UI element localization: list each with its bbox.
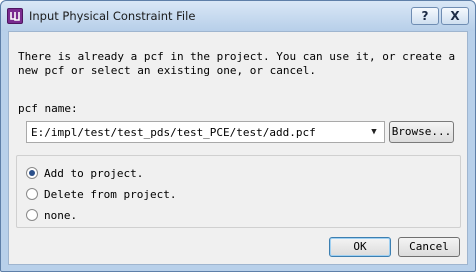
radio-none[interactable]: [26, 209, 38, 221]
browse-button[interactable]: Browse...: [389, 121, 454, 143]
pcf-path-value: E:/impl/test/test_pds/test_PCE/test/add.…: [31, 126, 316, 139]
ok-button[interactable]: OK: [329, 237, 391, 257]
radio-add-to-project[interactable]: [26, 167, 38, 179]
close-button[interactable]: X: [441, 7, 469, 25]
radio-delete-from-project[interactable]: [26, 188, 38, 200]
option-label: none.: [44, 209, 78, 222]
pcf-name-label: pcf name:: [18, 102, 78, 115]
app-logo-icon: [7, 8, 23, 24]
option-label: Delete from project.: [44, 188, 177, 201]
info-message: There is already a pcf in the project. Y…: [18, 50, 456, 77]
action-options-group: Add to project. Delete from project. non…: [16, 155, 461, 228]
chevron-down-icon[interactable]: ▼: [367, 125, 381, 139]
option-label: Add to project.: [44, 167, 144, 180]
cancel-button[interactable]: Cancel: [398, 237, 460, 257]
title-bar: Input Physical Constraint File ? X: [1, 1, 475, 31]
window-title: Input Physical Constraint File: [29, 9, 196, 23]
help-button[interactable]: ?: [411, 7, 439, 25]
pcf-name-combobox[interactable]: E:/impl/test/test_pds/test_PCE/test/add.…: [26, 121, 385, 143]
dialog-window: Input Physical Constraint File ? X There…: [0, 0, 476, 272]
dialog-body: There is already a pcf in the project. Y…: [8, 31, 468, 265]
